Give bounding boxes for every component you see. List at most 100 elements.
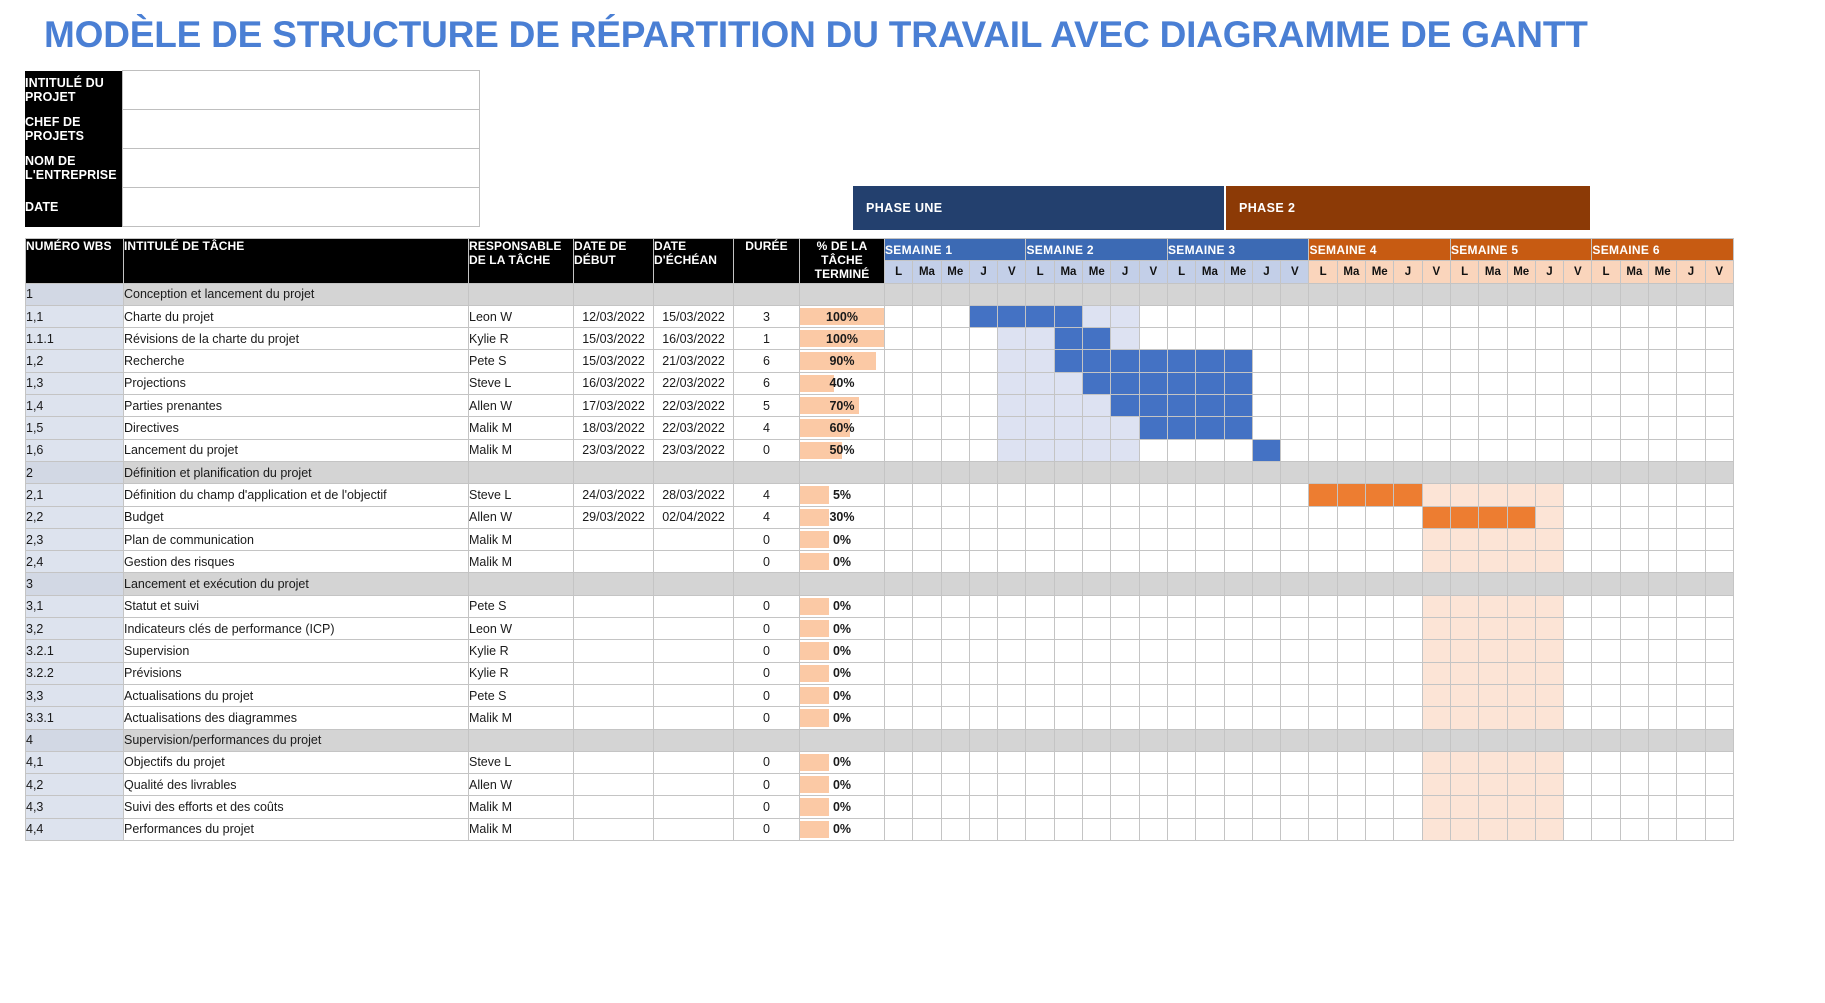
timeline-cell[interactable]: [1138, 505, 1168, 529]
timeline-cell[interactable]: [1082, 728, 1112, 752]
timeline-cell[interactable]: [1308, 394, 1338, 418]
timeline-cell[interactable]: [883, 438, 914, 462]
timeline-cell[interactable]: [1676, 639, 1706, 663]
timeline-cell[interactable]: [1591, 438, 1621, 462]
timeline-cell[interactable]: [968, 728, 999, 752]
timeline-cell[interactable]: [1393, 460, 1423, 485]
timeline-cell[interactable]: [1025, 750, 1055, 775]
timeline-cell[interactable]: [1110, 817, 1140, 842]
timeline-cell[interactable]: [1110, 750, 1140, 775]
timeline-cell[interactable]: [912, 527, 942, 552]
timeline-cell[interactable]: [1365, 550, 1395, 574]
timeline-cell[interactable]: [883, 550, 914, 574]
timeline-cell[interactable]: [1195, 706, 1225, 730]
info-value-field[interactable]: [121, 187, 481, 227]
timeline-cell[interactable]: [968, 327, 999, 351]
gantt-bar-cell[interactable]: [1223, 371, 1253, 396]
timeline-cell[interactable]: [1421, 394, 1451, 418]
timeline-cell[interactable]: [1166, 617, 1197, 641]
timeline-cell[interactable]: [1336, 728, 1367, 752]
timeline-cell[interactable]: [1393, 728, 1423, 752]
timeline-cell[interactable]: [1648, 304, 1678, 329]
timeline-highlight-cell[interactable]: [997, 394, 1027, 418]
timeline-cell[interactable]: [940, 327, 970, 351]
timeline-cell[interactable]: [1336, 817, 1367, 842]
timeline-cell[interactable]: [968, 773, 999, 797]
timeline-cell[interactable]: [1280, 438, 1310, 462]
timeline-cell[interactable]: [940, 416, 970, 440]
timeline-cell[interactable]: [1704, 282, 1734, 306]
timeline-cell[interactable]: [1308, 505, 1338, 529]
timeline-cell[interactable]: [1676, 527, 1706, 552]
timeline-highlight-cell[interactable]: [1478, 483, 1508, 507]
timeline-cell[interactable]: [1704, 594, 1734, 619]
timeline-cell[interactable]: [1704, 773, 1734, 797]
timeline-cell[interactable]: [912, 327, 942, 351]
timeline-cell[interactable]: [1251, 394, 1282, 418]
gantt-bar-cell[interactable]: [1506, 505, 1536, 529]
timeline-cell[interactable]: [883, 706, 914, 730]
timeline-cell[interactable]: [1393, 706, 1423, 730]
timeline-cell[interactable]: [912, 483, 942, 507]
timeline-cell[interactable]: [1619, 550, 1650, 574]
timeline-cell[interactable]: [1251, 594, 1282, 619]
timeline-cell[interactable]: [1704, 661, 1734, 685]
timeline-cell[interactable]: [1676, 327, 1706, 351]
timeline-cell[interactable]: [940, 617, 970, 641]
timeline-cell[interactable]: [1138, 683, 1168, 708]
timeline-cell[interactable]: [1025, 594, 1055, 619]
timeline-cell[interactable]: [1365, 594, 1395, 619]
timeline-highlight-cell[interactable]: [997, 438, 1027, 462]
timeline-cell[interactable]: [1280, 617, 1310, 641]
timeline-cell[interactable]: [883, 639, 914, 663]
timeline-cell[interactable]: [1393, 773, 1423, 797]
timeline-cell[interactable]: [1563, 661, 1593, 685]
timeline-cell[interactable]: [1110, 795, 1140, 819]
timeline-cell[interactable]: [1251, 483, 1282, 507]
timeline-highlight-cell[interactable]: [1478, 773, 1508, 797]
timeline-cell[interactable]: [1449, 282, 1480, 306]
timeline-cell[interactable]: [1138, 773, 1168, 797]
timeline-highlight-cell[interactable]: [1534, 639, 1565, 663]
timeline-cell[interactable]: [1704, 706, 1734, 730]
timeline-cell[interactable]: [1251, 282, 1282, 306]
timeline-cell[interactable]: [1110, 617, 1140, 641]
timeline-cell[interactable]: [1563, 304, 1593, 329]
timeline-cell[interactable]: [1676, 617, 1706, 641]
timeline-cell[interactable]: [1393, 304, 1423, 329]
timeline-cell[interactable]: [912, 349, 942, 373]
timeline-cell[interactable]: [1280, 505, 1310, 529]
timeline-cell[interactable]: [1308, 550, 1338, 574]
timeline-cell[interactable]: [1591, 349, 1621, 373]
timeline-cell[interactable]: [1336, 706, 1367, 730]
timeline-cell[interactable]: [1110, 505, 1140, 529]
timeline-cell[interactable]: [1619, 773, 1650, 797]
timeline-cell[interactable]: [1449, 394, 1480, 418]
timeline-cell[interactable]: [1166, 683, 1197, 708]
timeline-cell[interactable]: [1280, 639, 1310, 663]
timeline-cell[interactable]: [1704, 349, 1734, 373]
timeline-highlight-cell[interactable]: [1534, 550, 1565, 574]
timeline-cell[interactable]: [1336, 460, 1367, 485]
timeline-cell[interactable]: [1619, 572, 1650, 596]
timeline-cell[interactable]: [1478, 572, 1508, 596]
timeline-cell[interactable]: [1223, 304, 1253, 329]
timeline-cell[interactable]: [1308, 304, 1338, 329]
timeline-cell[interactable]: [1619, 327, 1650, 351]
timeline-cell[interactable]: [1336, 394, 1367, 418]
timeline-cell[interactable]: [1223, 683, 1253, 708]
timeline-cell[interactable]: [1166, 505, 1197, 529]
timeline-cell[interactable]: [1648, 394, 1678, 418]
gantt-bar-cell[interactable]: [1138, 371, 1168, 396]
timeline-highlight-cell[interactable]: [1421, 750, 1451, 775]
timeline-cell[interactable]: [1195, 527, 1225, 552]
timeline-cell[interactable]: [1619, 750, 1650, 775]
timeline-cell[interactable]: [1591, 394, 1621, 418]
timeline-cell[interactable]: [1648, 282, 1678, 306]
timeline-cell[interactable]: [1676, 750, 1706, 775]
timeline-cell[interactable]: [1138, 795, 1168, 819]
timeline-cell[interactable]: [1082, 639, 1112, 663]
timeline-cell[interactable]: [1195, 327, 1225, 351]
timeline-cell[interactable]: [1336, 349, 1367, 373]
timeline-cell[interactable]: [1365, 282, 1395, 306]
